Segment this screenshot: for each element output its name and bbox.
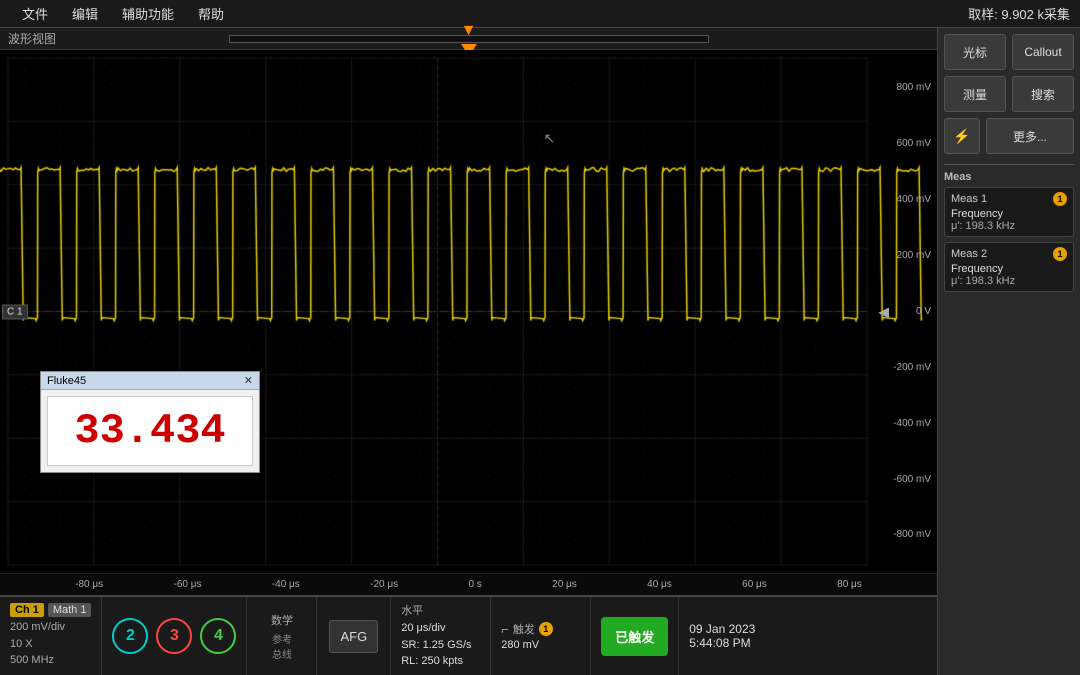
afg-button[interactable]: AFG [329,620,378,653]
time-60: 60 μs [742,579,767,590]
meas2-param: Frequency [951,263,1067,275]
trigger-level-arrow: ◀ [878,303,889,320]
trigger-title: 触发 [513,621,535,637]
callout-button[interactable]: Callout [1012,34,1074,70]
math-section: 数学 参考 总线 [247,597,317,675]
ch1-label[interactable]: Ch 1 [10,603,44,617]
trigger-scrollbar[interactable]: ▼ [229,35,709,43]
fluke-value-display: 33.434 [47,396,253,466]
meas-section: Meas Meas 1 1 Frequency μ': 198.3 kHz Me… [944,164,1074,297]
canvas-wrapper[interactable]: 800 mV 600 mV 400 mV 200 mV 0 V -200 mV … [0,50,937,573]
time-display: 5:44:08 PM [689,636,779,650]
ch1-section: Ch 1 Math 1 200 mV/div 10 X 500 MHz [0,597,102,675]
meas1-title: Meas 1 [951,193,987,205]
horiz-rl: RL: 250 kpts [401,653,480,670]
time-neg20: -20 μs [370,579,398,590]
math-ref[interactable]: 参考 [257,631,306,646]
waveform-title: 波形视图 [8,30,56,47]
time-neg40: -40 μs [272,579,300,590]
meas-header: Meas [944,171,1074,183]
trigger-top-marker: ▼ [461,22,477,40]
waveform-canvas [0,50,937,573]
time-neg60: -60 μs [173,579,201,590]
ch1-detail: 200 mV/div 10 X 500 MHz [10,619,91,669]
meas1-param: Frequency [951,208,1067,220]
horiz-div: 20 μs/div [401,620,480,637]
ch2-button[interactable]: 2 [112,618,148,654]
ch1-div: 200 mV/div [10,619,91,636]
menu-bar: 文件 编辑 辅助功能 帮助 取样: 9.902 k采集 [0,0,1080,28]
horiz-section: 水平 20 μs/div SR: 1.25 GS/s RL: 250 kpts [391,597,491,675]
trigger-section: ⌐ 触发 1 280 mV [491,597,591,675]
meas1-value: μ': 198.3 kHz [951,220,1067,232]
meas2-card[interactable]: Meas 2 1 Frequency μ': 198.3 kHz [944,242,1074,292]
horiz-detail: 20 μs/div SR: 1.25 GS/s RL: 250 kpts [401,620,480,670]
menu-edit[interactable]: 编辑 [60,0,110,27]
time-80: 80 μs [837,579,862,590]
panel-row-3: ⚡ 更多... [944,118,1074,154]
ch1-probe: 10 X [10,636,91,653]
main-layout: 波形视图 ▼ 800 mV 600 mV 400 mV 200 mV 0 V -… [0,28,1080,675]
time-20: 20 μs [552,579,577,590]
menu-help[interactable]: 帮助 [186,0,236,27]
meas1-card[interactable]: Meas 1 1 Frequency μ': 198.3 kHz [944,187,1074,237]
horiz-sr: SR: 1.25 GS/s [401,637,480,654]
trigger-area: ▼ [0,28,937,49]
ch4-button[interactable]: 4 [200,618,236,654]
time-neg80: -80 μs [75,579,103,590]
ch1-indicator: Ch 1 Math 1 [10,603,91,617]
fluke-close-button[interactable]: ✕ [244,374,253,387]
ch1-bw: 500 MHz [10,652,91,669]
fluke-title-bar: Fluke45 ✕ [41,372,259,390]
fluke-dialog: Fluke45 ✕ 33.434 [40,371,260,473]
meas2-title-row: Meas 2 1 [951,247,1067,261]
time-0: 0 s [468,579,481,590]
meas1-badge: 1 [1053,192,1067,206]
meas2-title: Meas 2 [951,248,987,260]
trigger-edge-icon: ⌐ [501,622,509,637]
cursor-button[interactable]: 光标 [944,34,1006,70]
c1-channel-label: C 1 [2,304,28,319]
horiz-title: 水平 [401,602,480,618]
quickmeas-icon[interactable]: ⚡ [944,118,980,154]
waveform-header: 波形视图 ▼ [0,28,937,50]
sample-info: 取样: 9.902 k采集 [968,4,1070,23]
date-display: 09 Jan 2023 [689,622,779,636]
panel-row-1: 光标 Callout [944,34,1074,70]
more-button[interactable]: 更多... [986,118,1074,154]
menu-tools[interactable]: 辅助功能 [110,0,186,27]
math1-label[interactable]: Math 1 [48,603,92,617]
time-labels: -80 μs -60 μs -40 μs -20 μs 0 s 20 μs 40… [0,573,937,595]
trigger-value: 280 mV [501,639,580,651]
meas2-badge: 1 [1053,247,1067,261]
triggered-section: 已触发 [591,597,679,675]
triggered-button[interactable]: 已触发 [601,617,668,656]
trigger-badge: 1 [539,622,553,636]
menu-file[interactable]: 文件 [10,0,60,27]
panel-row-2: 测量 搜索 [944,76,1074,112]
meas1-title-row: Meas 1 1 [951,192,1067,206]
fluke-title: Fluke45 [47,375,86,387]
time-40: 40 μs [647,579,672,590]
meas2-value: μ': 198.3 kHz [951,275,1067,287]
afg-section: AFG [317,597,391,675]
right-panel: 光标 Callout 测量 搜索 ⚡ 更多... Meas Meas 1 1 F… [937,28,1080,675]
trigger-header: ⌐ 触发 1 [501,621,580,637]
math-bus[interactable]: 总线 [257,646,306,661]
ch3-button[interactable]: 3 [156,618,192,654]
bottom-bar: Ch 1 Math 1 200 mV/div 10 X 500 MHz 2 3 … [0,595,937,675]
waveform-section: 波形视图 ▼ 800 mV 600 mV 400 mV 200 mV 0 V -… [0,28,937,675]
measure-button[interactable]: 测量 [944,76,1006,112]
search-button[interactable]: 搜索 [1012,76,1074,112]
ch-numbers: 2 3 4 [102,597,247,675]
math-title[interactable]: 数学 [257,612,306,628]
datetime-section: 09 Jan 2023 5:44:08 PM [679,597,789,675]
